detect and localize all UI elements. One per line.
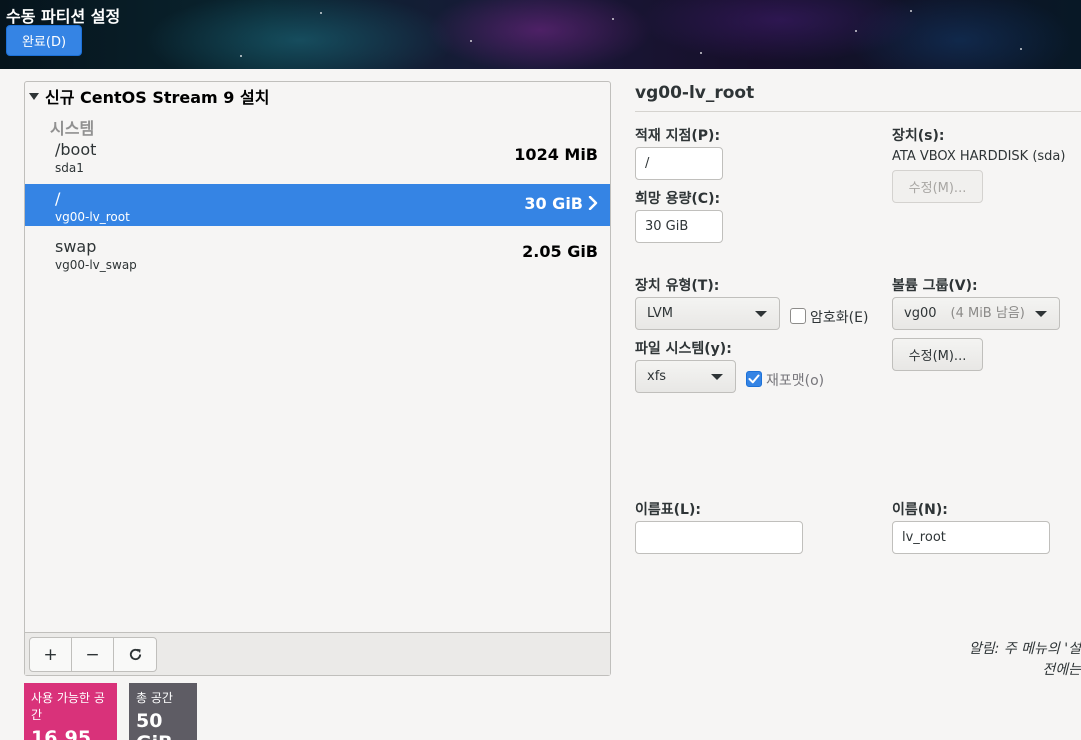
triangle-down-icon[interactable] [29,92,39,100]
capacity-label: 희망 용량(C): [635,191,721,207]
partition-device: sda1 [55,161,84,175]
label-input[interactable] [635,521,803,554]
volume-group-free: (4 MiB 남음) [950,306,1025,321]
mount-point-input[interactable]: / [635,147,723,180]
available-space-value: 16.95 GiB [31,727,92,740]
available-space-badge: 사용 가능한 공간 16.95 GiB [24,683,117,740]
hint-text-line1: 알림: 주 메뉴의 '설 [968,641,1081,657]
label-field-label: 이름표(L): [635,502,701,518]
partition-row-swap[interactable]: swap vg00-lv_swap 2.05 GiB [25,232,610,274]
remove-partition-button[interactable]: − [72,638,114,671]
partition-row-boot[interactable]: /boot sda1 1024 MiB [25,135,610,177]
device-label: 장치(s): [892,128,945,144]
device-type-select[interactable]: LVM [635,297,780,330]
volume-group-modify-button[interactable]: 수정(M)... [892,338,983,371]
device-type-value: LVM [647,306,673,321]
page-title: 수동 파티션 설정 [6,7,121,26]
tree-header-new-install[interactable]: 신규 CentOS Stream 9 설치 [27,85,269,107]
reformat-label[interactable]: 재포맷(o) [766,370,824,390]
volume-group-select[interactable]: vg00 (4 MiB 남음) [892,297,1060,330]
encrypt-checkbox[interactable] [790,308,806,324]
add-partition-button[interactable]: + [30,638,72,671]
partition-mount: /boot [55,140,97,159]
refresh-button[interactable] [114,638,156,671]
filesystem-label: 파일 시스템(y): [635,341,732,357]
partition-row-root[interactable]: / vg00-lv_root 30 GiB [25,184,610,226]
filesystem-value: xfs [647,369,667,384]
device-type-label: 장치 유형(T): [635,278,720,294]
name-input[interactable]: lv_root [892,521,1050,554]
total-space-value: 50 GiB [136,710,173,740]
capacity-input[interactable]: 30 GiB [635,210,723,243]
partition-size: 2.05 GiB [522,242,598,261]
volume-group-label: 볼륨 그룹(V): [892,278,978,294]
total-space-badge: 총 공간 50 GiB [129,683,197,740]
refresh-icon [129,648,141,661]
chevron-down-icon [711,374,723,380]
partition-mount: swap [55,237,97,256]
done-button[interactable]: 완료(D) [6,25,82,56]
chevron-down-icon [755,311,767,317]
partition-toolbar: + − [25,632,610,675]
available-space-label: 사용 가능한 공간 [31,691,105,722]
tree-header-label: 신규 CentOS Stream 9 설치 [45,88,270,107]
detail-title: vg00-lv_root [635,83,755,103]
partition-size: 30 GiB [524,194,583,213]
filesystem-select[interactable]: xfs [635,360,736,393]
toolbar-button-group: + − [29,637,157,672]
partition-device: vg00-lv_swap [55,258,137,272]
total-space-label: 총 공간 [136,691,173,705]
encrypt-label[interactable]: 암호화(E) [810,307,868,327]
device-value: ATA VBOX HARDDISK (sda) [892,149,1066,164]
detail-divider [635,111,1081,112]
hint-text-line2: 전에는 [1042,662,1081,678]
partition-tree-panel: 신규 CentOS Stream 9 설치 시스템 /boot sda1 102… [24,81,611,676]
mount-point-label: 적재 지점(P): [635,128,721,144]
chevron-right-icon [588,196,598,210]
check-icon [748,374,760,384]
name-field-label: 이름(N): [892,502,948,518]
device-modify-button[interactable]: 수정(M)... [892,170,983,203]
partition-mount: / [55,189,61,208]
header-bar: 수동 파티션 설정 완료(D) [0,0,1081,69]
reformat-checkbox[interactable] [746,371,762,387]
partition-device: vg00-lv_root [55,210,130,224]
partition-size: 1024 MiB [514,145,598,164]
chevron-down-icon [1035,311,1047,317]
volume-group-name: vg00 [904,306,937,321]
